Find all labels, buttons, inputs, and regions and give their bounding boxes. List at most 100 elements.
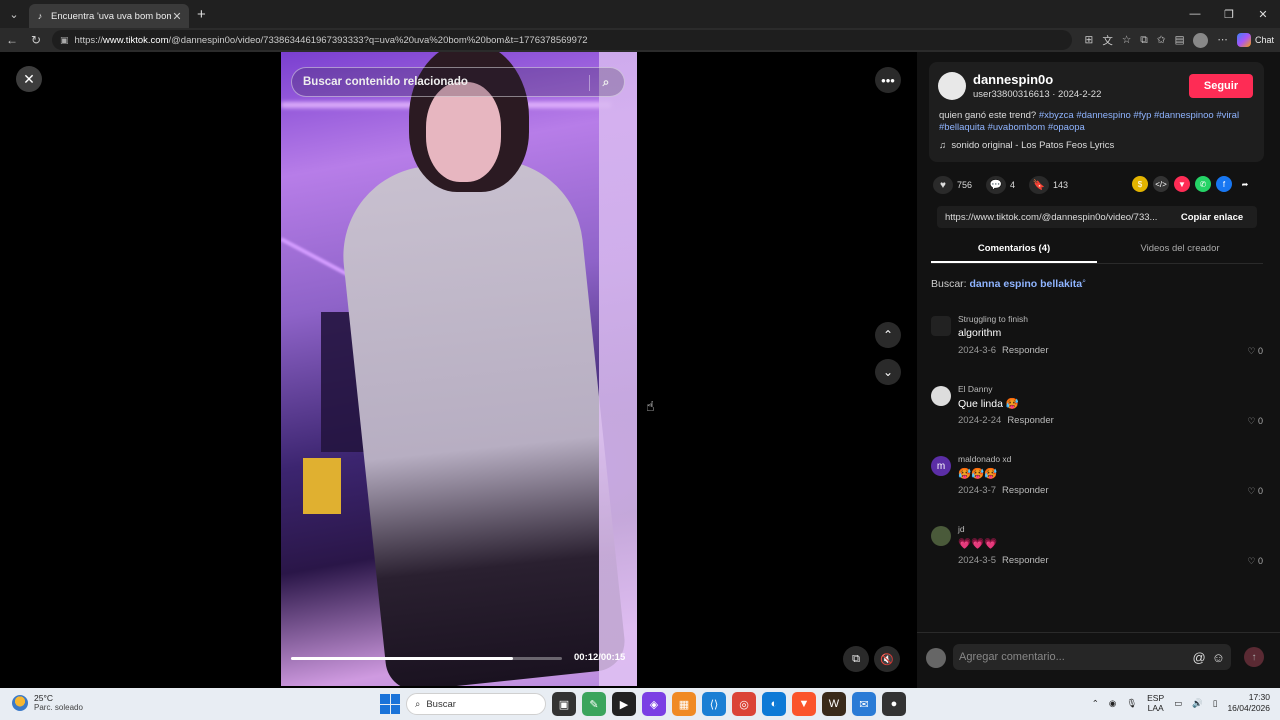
minimize-icon[interactable]: —	[1178, 0, 1212, 28]
comment-avatar[interactable]	[931, 316, 951, 336]
hashtag-link[interactable]: #dannespinoo	[1154, 110, 1216, 121]
hashtag-link[interactable]: #viral	[1216, 110, 1239, 121]
terminal-icon[interactable]: ▶	[612, 692, 636, 716]
next-video-button[interactable]: ⌄	[875, 359, 901, 385]
translate-icon[interactable]: 文	[1102, 33, 1113, 48]
embed-code-icon[interactable]: </>	[1153, 176, 1169, 192]
hashtag-link[interactable]: #dannespino	[1076, 110, 1133, 121]
brave-icon[interactable]: ▼	[792, 692, 816, 716]
comment-avatar[interactable]: m	[931, 456, 951, 476]
extensions-icon[interactable]: ⧉	[1140, 34, 1148, 47]
comment-action[interactable]: 💬 4	[986, 176, 1015, 194]
comment-avatar[interactable]	[931, 526, 951, 546]
back-icon[interactable]: ←	[0, 33, 24, 47]
tab-comments[interactable]: Comentarios (4)	[931, 238, 1097, 263]
weather-widget[interactable]: 25°C Parc. soleado	[12, 693, 83, 712]
video-player[interactable]: Buscar contenido relacionado ⌕ 00:12/00:…	[281, 52, 637, 686]
window-close-icon[interactable]: ✕	[1246, 0, 1280, 28]
comment-user[interactable]: jd	[958, 524, 965, 534]
microphone-icon[interactable]: 🎙	[1126, 698, 1137, 709]
favorite-star-icon[interactable]: ☆	[1122, 34, 1131, 46]
comment-item: Struggling to finish algorithm 2024-3-6 R…	[931, 314, 1266, 376]
task-view-icon[interactable]: ▣	[552, 692, 576, 716]
profile-avatar[interactable]	[1193, 32, 1209, 48]
close-video-button[interactable]: ✕	[16, 66, 42, 92]
tray-overflow-icon[interactable]: ⌃	[1092, 698, 1099, 709]
messaging-app-icon[interactable]: ✉	[852, 692, 876, 716]
related-search-input[interactable]: Buscar contenido relacionado ⌕	[291, 67, 625, 97]
more-options-button[interactable]: •••	[875, 67, 901, 93]
new-tab-icon[interactable]: +	[197, 6, 206, 23]
send-comment-button[interactable]: ↑	[1244, 647, 1264, 667]
author-name[interactable]: dannespin0o	[973, 72, 1053, 87]
whatsapp-icon[interactable]: ✆	[1195, 176, 1211, 192]
battery-icon[interactable]: ▯	[1213, 698, 1218, 709]
chrome-icon[interactable]: ◎	[732, 692, 756, 716]
comment-input[interactable]: Agregar comentario... @ ☺	[953, 644, 1231, 670]
save-action[interactable]: 🔖 143	[1029, 176, 1068, 194]
share-arrow-icon[interactable]: ➦	[1237, 176, 1253, 192]
refresh-icon[interactable]: ↻	[24, 33, 48, 47]
comment-like[interactable]: ♡ 0	[1247, 346, 1263, 357]
emoji-icon[interactable]: ☺	[1212, 650, 1225, 665]
like-action[interactable]: ♥ 756	[933, 176, 972, 194]
coin-share-icon[interactable]: $	[1132, 176, 1148, 192]
video-progress-bar[interactable]	[291, 657, 562, 660]
comment-avatar[interactable]	[931, 386, 951, 406]
mute-button[interactable]: 🔇	[874, 646, 900, 672]
url-field[interactable]: ▣ https://www.tiktok.com/@dannespin0o/vi…	[52, 30, 1072, 50]
author-avatar[interactable]	[938, 72, 966, 100]
send-share-icon[interactable]: ▼	[1174, 176, 1190, 192]
search-suggestion[interactable]: Buscar: danna espino bellakita⌕	[931, 278, 1086, 290]
vscode-icon[interactable]: ⟨⟩	[702, 692, 726, 716]
facebook-icon[interactable]: f	[1216, 176, 1232, 192]
search-icon[interactable]: ⌕	[598, 74, 614, 90]
comment-user[interactable]: El Danny	[958, 384, 993, 394]
copy-link-button[interactable]: Copiar enlace	[1167, 212, 1257, 223]
taskbar-search[interactable]: ⌕ Buscar	[406, 693, 546, 715]
reply-button[interactable]: Responder	[1002, 485, 1048, 496]
language-indicator[interactable]: ESP LAA	[1147, 693, 1164, 713]
restore-icon[interactable]: ❐	[1212, 0, 1246, 28]
tab-creator-videos[interactable]: Videos del creador	[1097, 238, 1263, 263]
collections-icon[interactable]: ▤	[1175, 34, 1185, 46]
site-info-icon[interactable]: ▣	[60, 35, 69, 46]
comment-user[interactable]: Struggling to finish	[958, 314, 1028, 324]
github-icon[interactable]: ●	[882, 692, 906, 716]
hashtag-link[interactable]: #uvabombom	[988, 122, 1048, 133]
follow-button[interactable]: Seguir	[1189, 74, 1253, 98]
reply-button[interactable]: Responder	[1002, 345, 1048, 356]
close-tab-icon[interactable]: ✕	[171, 10, 183, 23]
reply-button[interactable]: Responder	[1007, 415, 1053, 426]
comment-like[interactable]: ♡ 0	[1247, 486, 1263, 497]
hashtag-link[interactable]: #fyp	[1133, 110, 1154, 121]
volume-icon[interactable]: 🔊	[1192, 698, 1203, 709]
tab-list-chevron-icon[interactable]: ⌄	[3, 3, 25, 25]
comment-user[interactable]: maldonado xd	[958, 454, 1011, 464]
browser-tab[interactable]: ♪ Encuentra 'uva uva bom bom' en ✕	[29, 4, 189, 28]
previous-video-button[interactable]: ⌃	[875, 322, 901, 348]
reply-button[interactable]: Responder	[1002, 555, 1048, 566]
share-link-field[interactable]: https://www.tiktok.com/@dannespin0o/vide…	[937, 206, 1257, 228]
clock[interactable]: 17:30 16/04/2026	[1227, 692, 1270, 714]
network-icon[interactable]: ▭	[1174, 698, 1182, 709]
security-icon[interactable]: ◉	[1109, 698, 1116, 709]
file-manager-icon[interactable]: ▦	[672, 692, 696, 716]
edge-icon[interactable]: ◐	[762, 692, 786, 716]
hashtag-link[interactable]: #bellaquita	[939, 122, 988, 133]
widgets-icon[interactable]: ✎	[582, 692, 606, 716]
app-install-icon[interactable]: ⊞	[1085, 34, 1094, 46]
windows-start-icon[interactable]	[380, 694, 400, 714]
mention-icon[interactable]: @	[1193, 650, 1206, 665]
comment-like[interactable]: ♡ 0	[1247, 556, 1263, 567]
game-app-icon[interactable]: W	[822, 692, 846, 716]
hashtag-link[interactable]: #xbyzca	[1039, 110, 1077, 121]
more-menu-icon[interactable]: ⋯	[1217, 34, 1228, 46]
visual-studio-icon[interactable]: ◈	[642, 692, 666, 716]
music-line[interactable]: ♫ sonido original - Los Patos Feos Lyric…	[939, 140, 1114, 151]
hashtag-link[interactable]: #opaopa	[1048, 122, 1085, 133]
favorites-icon[interactable]: ✩	[1157, 34, 1166, 46]
picture-in-picture-button[interactable]: ⧉	[843, 646, 869, 672]
comment-like[interactable]: ♡ 0	[1247, 416, 1263, 427]
copilot-chat-button[interactable]: Chat	[1236, 33, 1274, 47]
